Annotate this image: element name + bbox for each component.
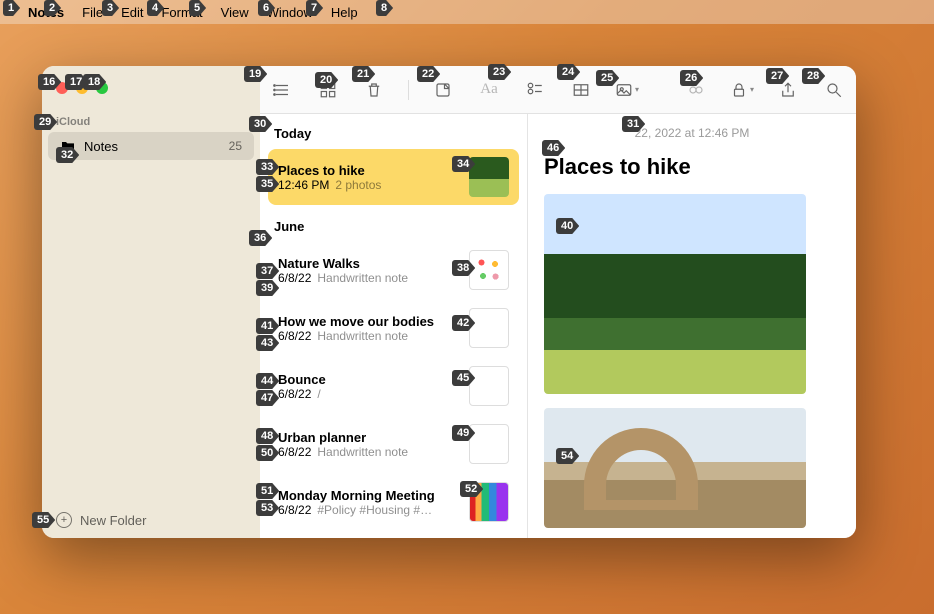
note-heading: Places to hike xyxy=(544,154,840,180)
note-row[interactable]: Urban planner 6/8/22 Handwritten note xyxy=(268,416,519,472)
sidebar-folder-notes[interactable]: Notes 25 xyxy=(48,132,254,160)
note-date: 12:46 PM xyxy=(278,178,329,192)
share-icon[interactable] xyxy=(776,78,800,102)
checklist-icon[interactable] xyxy=(523,78,547,102)
note-row[interactable]: Monday Morning Meeting 6/8/22 #Policy #Ho… xyxy=(268,474,519,530)
menu-help[interactable]: Help xyxy=(331,5,358,20)
menu-edit[interactable]: Edit xyxy=(121,5,143,20)
note-editor[interactable]: 22, 2022 at 12:46 PM Places to hike xyxy=(528,114,856,538)
note-preview: Handwritten note xyxy=(317,329,408,343)
trash-icon[interactable] xyxy=(362,78,386,102)
list-group-header: Today xyxy=(260,114,527,147)
menu-window[interactable]: Window xyxy=(267,5,313,20)
note-row[interactable]: How we move our bodies 6/8/22 Handwritten… xyxy=(268,300,519,356)
plus-icon: + xyxy=(56,512,72,528)
note-date: 6/8/22 xyxy=(278,387,311,401)
note-title: Places to hike xyxy=(278,163,459,178)
note-photo[interactable] xyxy=(544,408,806,528)
main-area: Aa ▾ ▾ Today Places to hike 12:46 PM 2 ph… xyxy=(260,66,856,538)
note-preview: Handwritten note xyxy=(317,271,408,285)
folder-icon xyxy=(60,138,76,154)
search-icon[interactable] xyxy=(822,78,846,102)
note-row[interactable]: Places to hike 12:46 PM 2 photos xyxy=(268,149,519,205)
note-thumbnail xyxy=(469,250,509,290)
sidebar: iCloud Notes 25 + New Folder xyxy=(42,66,260,538)
window-controls xyxy=(42,74,260,110)
note-preview: Handwritten note xyxy=(317,445,408,459)
list-group-header: June xyxy=(260,207,527,240)
note-thumbnail xyxy=(469,308,509,348)
note-date: 6/8/22 xyxy=(278,445,311,459)
link-icon[interactable] xyxy=(684,78,708,102)
notes-list: Today Places to hike 12:46 PM 2 photos Ju… xyxy=(260,114,528,538)
note-thumbnail xyxy=(469,424,509,464)
note-date: 6/8/22 xyxy=(278,503,311,517)
note-preview: / xyxy=(317,387,320,401)
note-date: 6/8/22 xyxy=(278,271,311,285)
fullscreen-button[interactable] xyxy=(96,82,108,94)
minimize-button[interactable] xyxy=(76,82,88,94)
note-row[interactable]: Bounce 6/8/22 / xyxy=(268,358,519,414)
note-preview: #Policy #Housing #… xyxy=(317,503,432,517)
folder-label: Notes xyxy=(84,139,221,154)
note-thumbnail xyxy=(469,366,509,406)
note-title: Urban planner xyxy=(278,430,459,445)
toolbar: Aa ▾ ▾ xyxy=(260,66,856,114)
note-date: 6/8/22 xyxy=(278,329,311,343)
new-folder-label: New Folder xyxy=(80,513,146,528)
new-note-icon[interactable] xyxy=(431,78,455,102)
note-title: Nature Walks xyxy=(278,256,459,271)
note-thumbnail xyxy=(469,482,509,522)
menu-format[interactable]: Format xyxy=(161,5,202,20)
media-icon[interactable]: ▾ xyxy=(615,78,639,102)
note-preview: 2 photos xyxy=(335,178,381,192)
menubar: Notes File Edit Format View Window Help xyxy=(0,0,934,24)
app-menu[interactable]: Notes xyxy=(28,5,64,20)
note-title: Bounce xyxy=(278,372,459,387)
notes-window: iCloud Notes 25 + New Folder Aa ▾ ▾ xyxy=(42,66,856,538)
note-row[interactable]: Nature Walks 6/8/22 Handwritten note xyxy=(268,242,519,298)
note-title: Monday Morning Meeting xyxy=(278,488,459,503)
gallery-view-icon[interactable] xyxy=(316,78,340,102)
list-view-icon[interactable] xyxy=(270,78,294,102)
note-timestamp: 22, 2022 at 12:46 PM xyxy=(528,114,856,146)
toolbar-separator xyxy=(408,80,409,100)
table-icon[interactable] xyxy=(569,78,593,102)
format-icon[interactable]: Aa xyxy=(477,78,501,102)
menu-view[interactable]: View xyxy=(221,5,249,20)
note-photo[interactable] xyxy=(544,194,806,394)
new-folder-button[interactable]: + New Folder xyxy=(42,502,260,538)
sidebar-section-label: iCloud xyxy=(42,110,260,132)
note-thumbnail xyxy=(469,157,509,197)
close-button[interactable] xyxy=(56,82,68,94)
note-title: How we move our bodies xyxy=(278,314,459,329)
folder-count: 25 xyxy=(229,139,242,153)
menu-file[interactable]: File xyxy=(82,5,103,20)
lock-icon[interactable]: ▾ xyxy=(730,78,754,102)
